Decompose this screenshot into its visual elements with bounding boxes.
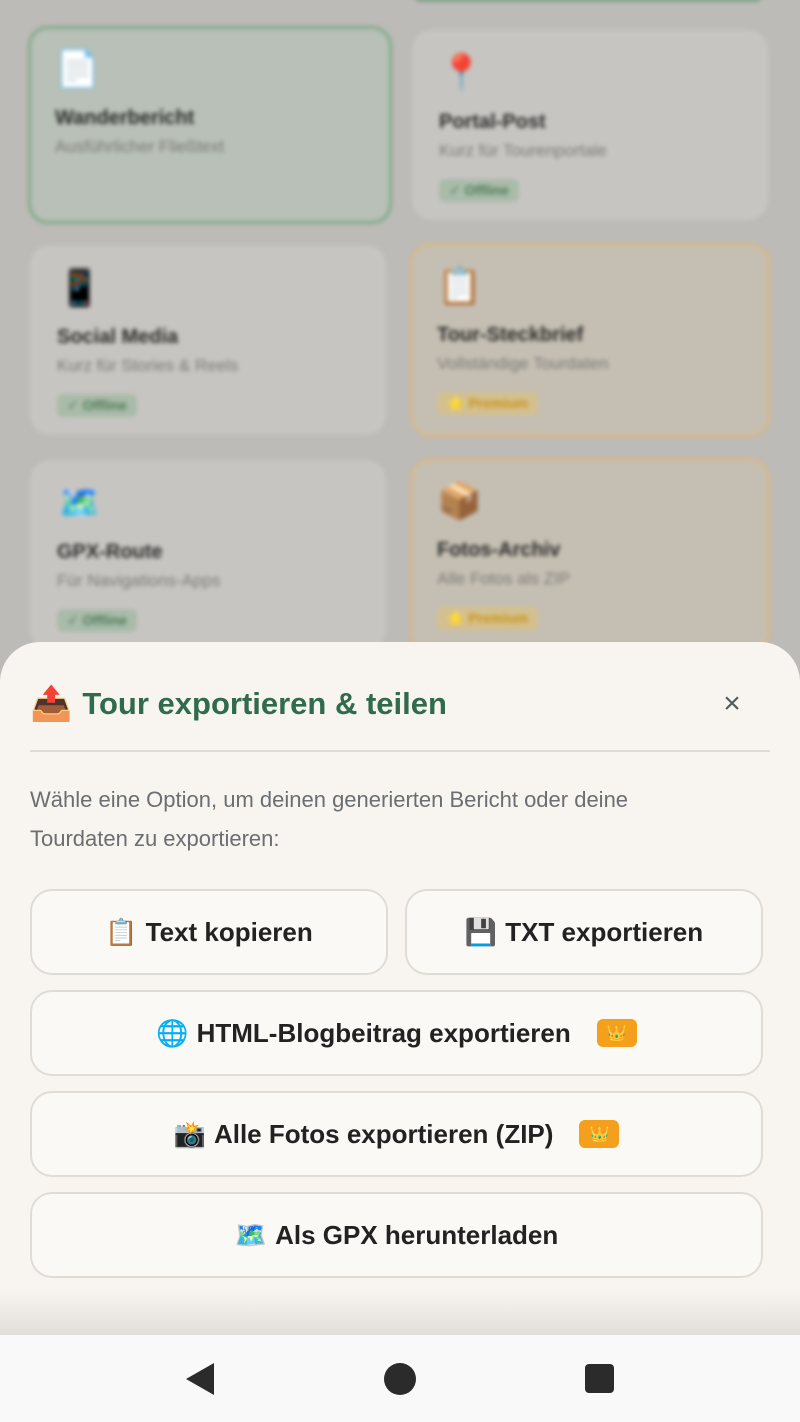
button-label: HTML-Blogbeitrag exportieren [196,1017,571,1048]
card-portal-post: 📍 Portal-Post Kurz für Tourenportale ✓ O… [412,30,768,220]
export-html-button[interactable]: 🌐 HTML-Blogbeitrag exportieren 👑 [30,990,763,1076]
card-title: Fotos-Archiv [437,539,561,561]
map-icon: 🗺️ [57,482,102,523]
crown-icon: 👑 [579,1120,620,1148]
back-icon[interactable] [186,1363,214,1395]
copy-text-button[interactable]: 📋 Text kopieren [30,889,388,975]
offline-badge: ✓ Offline [57,609,137,632]
offline-badge: ✓ Offline [57,394,137,417]
card-fotos-archiv: 📦 Fotos-Archiv Alle Fotos als ZIP ⭐ Prem… [410,458,770,652]
card-subtitle: Vollständige Tourdaten [437,354,609,373]
card-gpx-route: 🗺️ GPX-Route Für Navigations-Apps ✓ Offl… [30,460,386,650]
crown-icon: 👑 [596,1019,637,1047]
card-subtitle: Alle Fotos als ZIP [437,569,571,588]
export-photos-button[interactable]: 📸 Alle Fotos exportieren (ZIP) 👑 [30,1091,763,1177]
premium-badge: ⭐ Premium [437,607,539,630]
card-subtitle: Kurz für Tourenportale [439,141,607,160]
globe-icon: 🌐 [156,1017,189,1048]
button-label: TXT exportieren [505,916,704,947]
card-title: Tour-Steckbrief [437,324,584,346]
card-social-media: 📱 Social Media Kurz für Stories & Reels … [30,245,386,435]
close-button[interactable]: × [714,686,750,722]
pin-icon: 📍 [439,52,484,93]
sheet-bottom-shadow [0,1290,800,1335]
camera-flash-icon: 📸 [173,1118,206,1149]
home-icon[interactable] [384,1363,416,1395]
sheet-title: Tour exportieren & teilen [82,686,447,721]
map-icon: 🗺️ [234,1219,268,1250]
export-bottom-sheet: 📤 Tour exportieren & teilen × Wähle eine… [0,642,800,1335]
clipboard-icon: 📋 [105,916,138,947]
clipboard-icon: 📋 [437,265,482,306]
card-title: GPX-Route [57,541,163,563]
background-top-strip [412,0,764,2]
export-txt-button[interactable]: 💾 TXT exportieren [405,889,763,975]
download-gpx-button[interactable]: 🗺️ Als GPX herunterladen [30,1192,763,1278]
card-subtitle: Für Navigations-Apps [57,571,221,590]
premium-badge: ⭐ Premium [437,392,539,415]
outbox-icon: 📤 [30,685,73,723]
card-subtitle: Ausführlicher Fließtext [55,137,225,156]
offline-badge: ✓ Offline [439,179,519,202]
phone-icon: 📱 [57,267,102,308]
recent-apps-icon[interactable] [585,1364,614,1393]
button-label: Alle Fotos exportieren (ZIP) [213,1118,554,1149]
button-label: Als GPX herunterladen [275,1219,559,1250]
package-icon: 📦 [437,480,482,521]
card-tour-steckbrief: 📋 Tour-Steckbrief Vollständige Tourdaten… [410,243,770,437]
divider [30,750,770,752]
card-title: Portal-Post [439,111,546,133]
sheet-header: 📤 Tour exportieren & teilen × [30,680,770,728]
system-navigation-bar [0,1335,800,1422]
card-subtitle: Kurz für Stories & Reels [57,356,239,375]
floppy-disk-icon: 💾 [464,916,498,947]
background-content: 📄 Wanderbericht Ausführlicher Fließtext … [0,0,800,700]
card-title: Wanderbericht [55,107,195,129]
button-label: Text kopieren [145,916,313,947]
card-title: Social Media [57,326,179,348]
document-icon: 📄 [55,48,100,89]
card-wanderbericht: 📄 Wanderbericht Ausführlicher Fließtext [28,26,392,224]
sheet-description: Wähle eine Option, um deinen generierten… [30,787,629,851]
